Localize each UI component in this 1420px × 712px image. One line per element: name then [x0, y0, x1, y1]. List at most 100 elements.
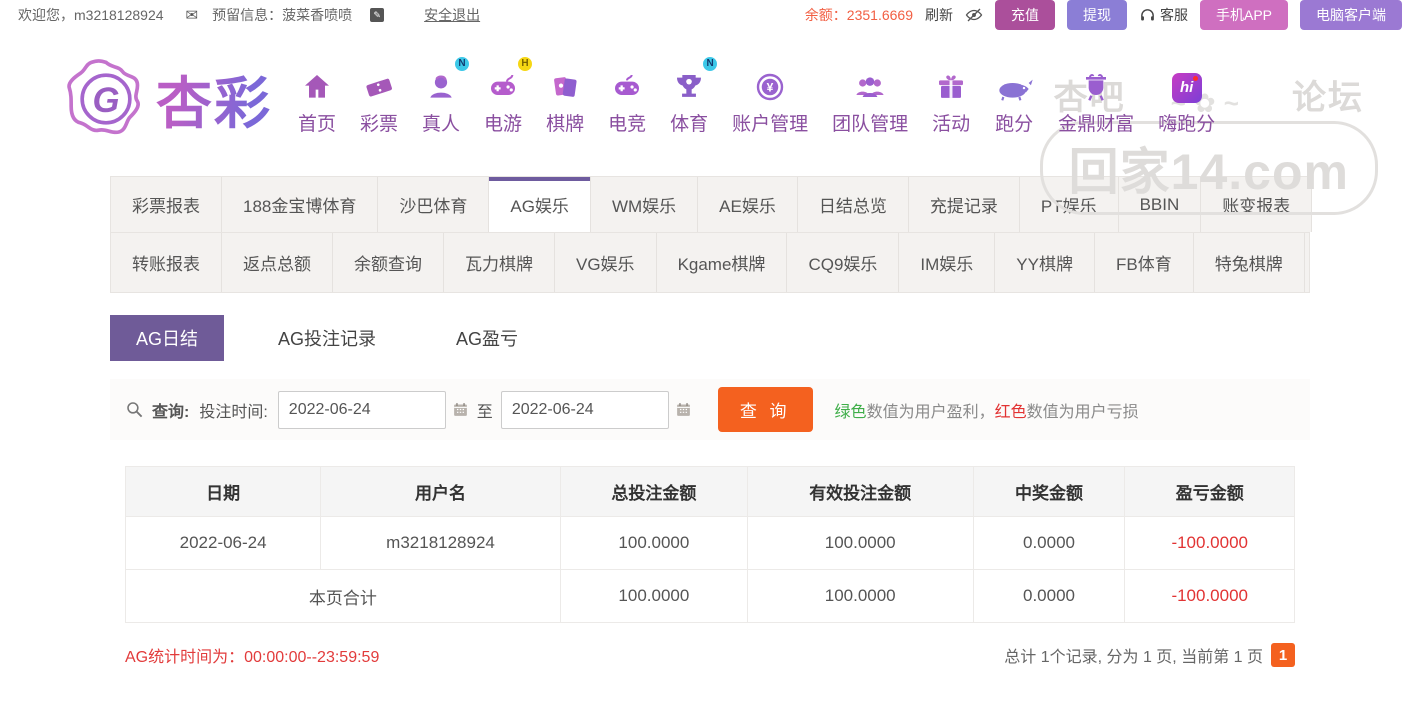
tab-yue-chaxun[interactable]: 余额查询 — [333, 233, 444, 292]
tab-cq9-yule[interactable]: CQ9娱乐 — [787, 233, 900, 292]
col-valid-bet: 有效投注金额 — [746, 466, 974, 517]
nav-item-jinding[interactable]: 金鼎财富 — [1046, 63, 1146, 136]
summary-label: 本页合计 — [125, 569, 561, 623]
balance-label: 余额： — [804, 7, 847, 23]
nav-item-egame[interactable]: H 电游 — [472, 54, 535, 136]
nav-item-activity[interactable]: 活动 — [920, 63, 982, 136]
tab-188-sports[interactable]: 188金宝博体育 — [222, 177, 379, 232]
eye-off-icon[interactable] — [965, 6, 983, 24]
summary-profit-loss: -100.0000 — [1124, 569, 1295, 623]
new-badge: N — [453, 54, 472, 73]
nav-label: 活动 — [932, 113, 971, 135]
withdraw-button[interactable]: 提现 — [1066, 0, 1127, 30]
tab-fb-tiyu[interactable]: FB体育 — [1094, 233, 1194, 292]
nav-label: 电游 — [484, 113, 523, 135]
tab-vg-yule[interactable]: VG娱乐 — [555, 233, 657, 292]
cards-icon — [549, 63, 581, 103]
tab-rijie-zonglan[interactable]: 日结总览 — [797, 177, 909, 232]
tab-pt-yule[interactable]: PT娱乐 — [1019, 177, 1119, 232]
new-badge: N — [701, 54, 720, 73]
nav-label: 跑分 — [995, 113, 1034, 135]
nav-item-esports[interactable]: 电竞 — [596, 63, 658, 136]
service-label: 客服 — [1159, 7, 1188, 23]
nav-item-chess[interactable]: 棋牌 — [534, 63, 596, 136]
tab-wali-qipai[interactable]: 瓦力棋牌 — [444, 233, 555, 292]
tab-bbin[interactable]: BBIN — [1118, 177, 1202, 232]
ag-subtabs: AG日结 AG投注记录 AG盈亏 — [110, 315, 1310, 361]
nav-item-team[interactable]: 团队管理 — [820, 63, 920, 136]
col-username: 用户名 — [320, 466, 561, 517]
hi-badge-icon: hi — [1171, 63, 1202, 103]
search-icon — [125, 400, 144, 419]
table-row: 2022-06-24 m3218128924 100.0000 100.0000… — [124, 516, 1295, 570]
tab-zhangbian-baobiao[interactable]: 账变报表 — [1201, 177, 1313, 232]
brand-flower-icon: G — [62, 55, 150, 143]
topbar: 欢迎您，m3218128924 ✉ 预留信息：菠菜香喷喷 ✎ 安全退出 余额：2… — [0, 0, 1420, 30]
pc-client-button[interactable]: 电脑客户端 — [1300, 0, 1402, 30]
cell-username: m3218128924 — [320, 516, 561, 570]
summary-total-bet: 100.0000 — [559, 569, 748, 623]
balance: 余额：2351.6669 — [805, 5, 913, 25]
tab-shaba-sports[interactable]: 沙巴体育 — [378, 177, 490, 232]
calendar-icon[interactable] — [675, 401, 692, 418]
nav-item-sports[interactable]: N 体育 — [658, 54, 720, 136]
recharge-button[interactable]: 充值 — [994, 0, 1055, 30]
mobile-app-button[interactable]: 手机APP — [1199, 0, 1288, 30]
tab-caipiao-baobiao[interactable]: 彩票报表 — [111, 177, 222, 232]
report-table-wrap: 日期 用户名 总投注金额 有效投注金额 中奖金额 盈亏金额 2022-06-24… — [124, 466, 1295, 623]
home-icon — [301, 63, 333, 103]
main-nav: 首页 彩票 N 真人 H 电游 棋牌 电竞 N 体育 ¥ 账户管理 团队管理 活… — [286, 54, 1227, 136]
tab-yy-qipai[interactable]: YY棋牌 — [995, 233, 1095, 292]
tabrow-filler — [1304, 233, 1309, 292]
tab-zhuanzhang-baobiao[interactable]: 转账报表 — [111, 233, 222, 292]
tab-im-yule[interactable]: IM娱乐 — [899, 233, 996, 292]
logout-link[interactable]: 安全退出 — [424, 5, 480, 25]
tab-ae-yule[interactable]: AE娱乐 — [698, 177, 798, 232]
customer-service-link[interactable]: 客服 — [1139, 5, 1188, 25]
tab-chongti-jilu[interactable]: 充提记录 — [908, 177, 1020, 232]
live-dealer-icon: N — [425, 54, 472, 103]
brand-logo[interactable]: G 杏彩 — [62, 55, 272, 143]
date-from-input[interactable] — [277, 390, 446, 429]
query-button[interactable]: 查 询 — [717, 387, 813, 432]
welcome-text: 欢迎您，m3218128924 — [18, 7, 164, 23]
subtab-ag-touzhu-jilu[interactable]: AG投注记录 — [252, 315, 402, 361]
envelope-icon[interactable]: ✉ — [186, 6, 199, 24]
team-icon — [853, 63, 887, 103]
hot-badge: H — [516, 54, 535, 73]
nav-label: 团队管理 — [832, 113, 909, 135]
calendar-icon[interactable] — [452, 401, 469, 418]
pagination: 总计 1个记录, 分为 1 页, 当前第 1 页 1 — [1004, 643, 1295, 667]
tab-ag-yule[interactable]: AG娱乐 — [489, 177, 591, 232]
nav-item-home[interactable]: 首页 — [286, 63, 348, 136]
watermark-right-text: 论坛 — [1291, 79, 1364, 117]
nav-label: 金鼎财富 — [1058, 113, 1135, 135]
tab-tetu-qipai[interactable]: 特兔棋牌 — [1193, 233, 1305, 292]
nav-label: 体育 — [670, 113, 709, 135]
nav-label: 棋牌 — [546, 113, 585, 135]
table-header-row: 日期 用户名 总投注金额 有效投注金额 中奖金额 盈亏金额 — [124, 466, 1295, 517]
search-bar: 查询: 投注时间: 至 查 询 绿色数值为用户盈利，红色数值为用户亏损 — [110, 379, 1310, 440]
subtab-ag-rijie[interactable]: AG日结 — [110, 315, 225, 361]
tab-kgame-qipai[interactable]: Kgame棋牌 — [656, 233, 788, 292]
table-footer: AG统计时间为：00:00:00--23:59:59 总计 1个记录, 分为 1… — [125, 643, 1295, 667]
page-1-button[interactable]: 1 — [1271, 643, 1295, 667]
content-container: 彩票报表 188金宝博体育 沙巴体育 AG娱乐 WM娱乐 AE娱乐 日结总览 充… — [110, 176, 1313, 667]
nav-item-live[interactable]: N 真人 — [410, 54, 472, 136]
refresh-link[interactable]: 刷新 — [925, 5, 953, 25]
tab-fandian-zonge[interactable]: 返点总额 — [222, 233, 333, 292]
date-to-input[interactable] — [500, 390, 669, 429]
col-win-amount: 中奖金额 — [972, 466, 1126, 517]
cell-win-amount: 0.0000 — [972, 516, 1126, 570]
edit-icon[interactable]: ✎ — [370, 8, 385, 22]
nav-item-lottery[interactable]: 彩票 — [348, 63, 410, 136]
nav-item-hipaofen[interactable]: hi 嗨跑分 — [1146, 63, 1227, 136]
svg-text:¥: ¥ — [767, 80, 774, 94]
query-label: 查询: — [152, 403, 190, 421]
balance-value: 2351.6669 — [846, 7, 913, 23]
nav-item-account[interactable]: ¥ 账户管理 — [720, 63, 820, 136]
subtab-ag-yingkui[interactable]: AG盈亏 — [430, 315, 544, 361]
rhino-icon — [994, 63, 1034, 103]
tab-wm-yule[interactable]: WM娱乐 — [590, 177, 699, 232]
nav-item-paofen[interactable]: 跑分 — [982, 63, 1046, 136]
